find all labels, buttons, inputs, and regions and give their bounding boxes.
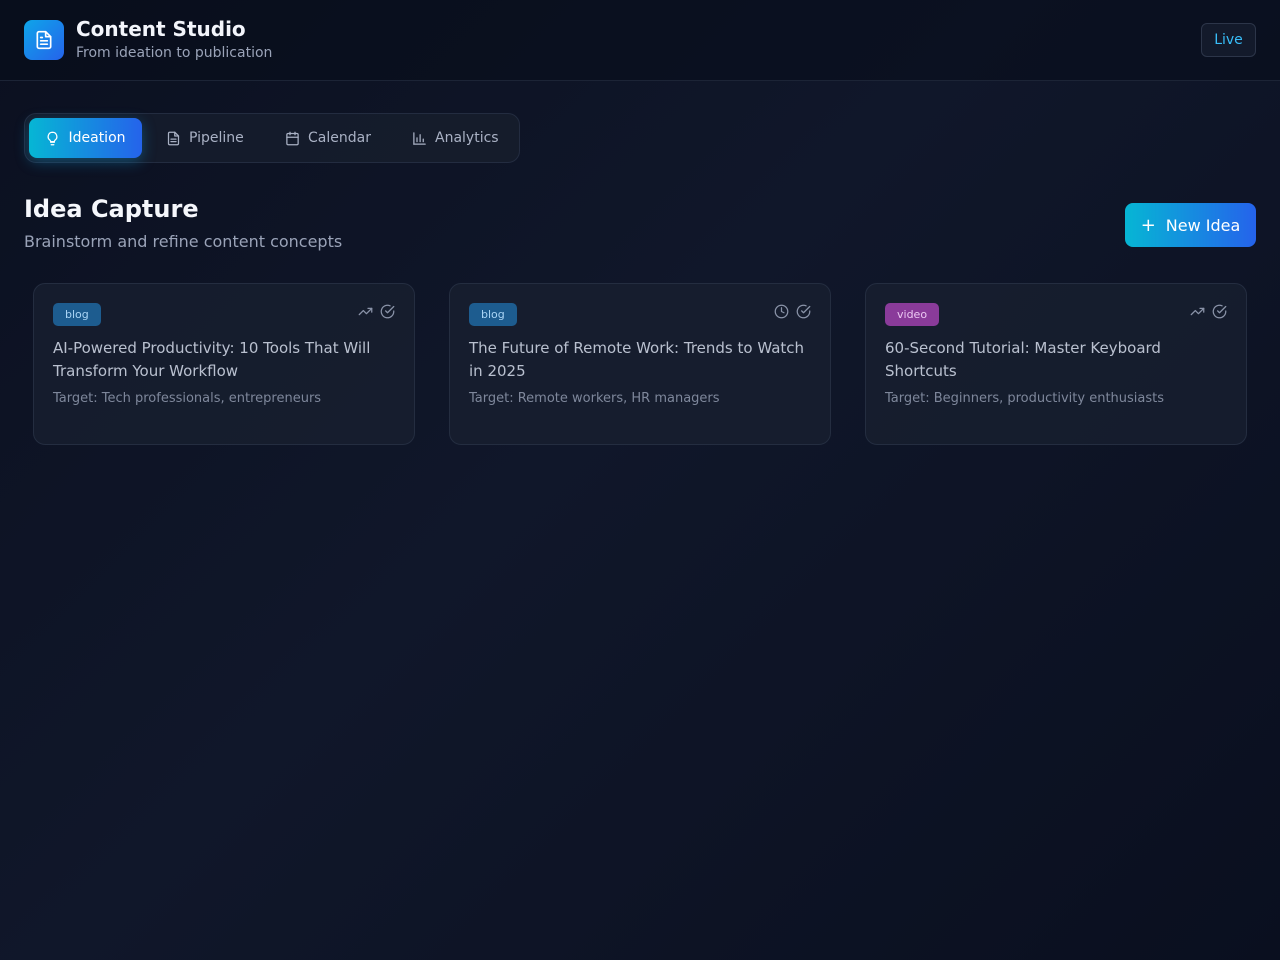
tab-bar: Ideation Pipeline Calendar Analytics [24,113,520,163]
idea-title: AI-Powered Productivity: 10 Tools That W… [53,339,371,380]
content-type-badge: video [885,303,940,326]
idea-card[interactable]: blog AI-Powered Productivity: 10 Tools T… [33,283,415,445]
tab-label: Ideation [68,130,126,146]
trending-up-icon [358,307,373,316]
idea-target-audience: Target: Tech professionals, entrepreneur… [53,391,322,406]
idea-target-audience: Target: Remote workers, HR managers [469,391,720,406]
tab-analytics[interactable]: Analytics [412,118,499,158]
app-subtitle: From ideation to publication [76,45,273,61]
check-circle-icon[interactable] [380,304,395,319]
idea-card[interactable]: video 60-Second Tutorial: Master Keyboar… [865,283,1247,445]
plus-icon: + [1140,214,1156,236]
document-icon [24,20,64,60]
tab-label: Analytics [435,130,499,146]
calendar-icon [286,131,299,145]
trending-up-icon [1190,307,1205,316]
live-status-badge: Live [1201,23,1256,57]
tab-label: Pipeline [189,130,244,146]
new-idea-label: New Idea [1165,215,1241,235]
content-type-badge: blog [469,303,517,326]
check-circle-icon[interactable] [796,304,811,319]
tab-pipeline[interactable]: Pipeline [166,118,244,158]
tab-ideation[interactable]: Ideation [29,118,142,158]
new-idea-button[interactable]: + New Idea [1125,203,1256,247]
app-title: Content Studio [76,17,246,41]
idea-title: The Future of Remote Work: Trends to Wat… [469,339,805,380]
section-subtitle: Brainstorm and refine content concepts [24,232,343,251]
top-bar: Content Studio From ideation to publicat… [0,0,1280,81]
idea-title: 60-Second Tutorial: Master Keyboard Shor… [885,339,1161,380]
content-type-badge: blog [53,303,101,326]
idea-card[interactable]: blog The Future of Remote Work: Trends t… [449,283,831,445]
idea-target-audience: Target: Beginners, productivity enthusia… [885,391,1165,406]
tab-calendar[interactable]: Calendar [285,118,371,158]
clock-icon [774,304,789,319]
section-title: Idea Capture [24,195,199,223]
bar-chart-icon [413,131,426,145]
check-circle-icon[interactable] [1212,304,1227,319]
tab-label: Calendar [308,130,371,146]
lightbulb-icon [48,131,58,145]
document-icon [167,131,180,145]
